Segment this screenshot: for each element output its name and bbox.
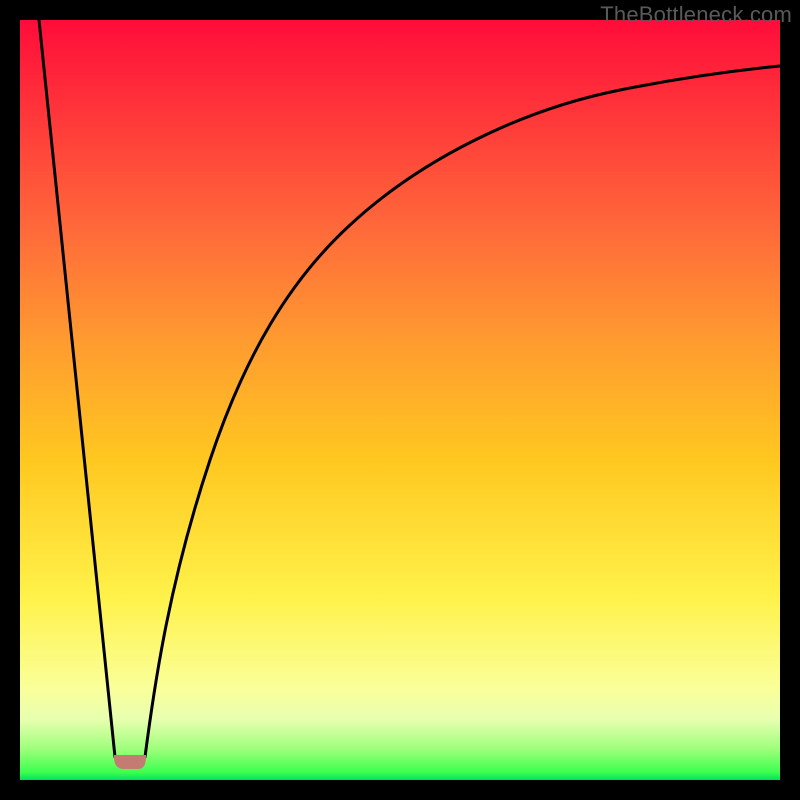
curve-left-descent — [39, 20, 115, 757]
curve-svg — [20, 20, 780, 780]
chart-frame: TheBottleneck.com — [0, 0, 800, 800]
curve-right-rise — [145, 66, 780, 757]
plot-area — [20, 20, 780, 780]
watermark-text: TheBottleneck.com — [600, 2, 792, 28]
minimum-marker — [115, 756, 145, 768]
